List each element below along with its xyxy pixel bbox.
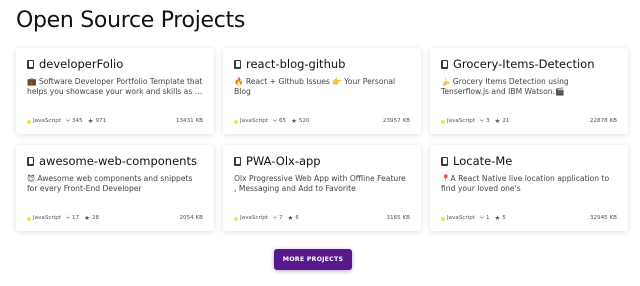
star-count: ★ 5 [494,214,506,222]
repo-size: 2054 KB [179,215,203,221]
book-icon [441,59,448,69]
book-icon [234,59,241,69]
project-title: PWA-Olx-app [234,154,410,168]
more-projects-button[interactable]: MORE PROJECTS [274,249,352,270]
section-title: Open Source Projects [16,8,246,33]
repo-size: 32945 KB [589,215,617,221]
star-icon: ★ [291,117,297,125]
project-name: PWA-Olx-app [246,154,321,168]
repo-size: 13431 KB [175,118,203,124]
book-icon [27,156,34,166]
project-footer: JavaScript ⑂ 1 ★ 5 32945 KB [441,215,617,222]
star-icon: ★ [287,214,294,222]
project-title: awesome-web-components [27,154,203,168]
fork-count: ⑂ 17 [66,214,80,222]
project-footer: JavaScript ⑂ 345 ★ 971 13431 KB [27,118,203,125]
language-dot-icon [441,216,445,221]
fork-count: ⑂ 345 [66,117,83,125]
language-label: JavaScript [234,118,268,125]
fork-count: ⑂ 3 [480,117,490,125]
book-icon [441,156,448,166]
fork-icon: ⑂ [480,214,484,222]
star-icon: ★ [494,117,501,125]
star-count: ★ 520 [291,117,310,125]
project-footer: JavaScript ⑂ 7 ★ 6 3165 KB [234,215,410,222]
star-count: ★ 971 [87,117,107,125]
project-footer: JavaScript ⑂ 65 ★ 520 23957 KB [234,118,410,125]
fork-icon: ⑂ [66,214,70,222]
project-description: 💼 Software Developer Portfolio Template … [27,77,203,96]
star-icon: ★ [494,214,501,222]
project-description: 🍌 Grocery Items Detection using Tenserfl… [441,77,569,96]
fork-icon: ⑂ [480,117,484,125]
fork-icon: ⑂ [66,117,70,125]
book-icon [234,156,241,166]
star-count: ★ 6 [287,214,299,222]
fork-icon: ⑂ [273,214,277,222]
project-title: Locate-Me [441,154,617,168]
star-count: ★ 28 [84,214,100,222]
language-dot-icon [27,119,31,124]
language-label: JavaScript [27,118,61,125]
project-name: awesome-web-components [39,154,197,168]
projects-grid: developerFolio 💼 Software Developer Port… [16,48,628,231]
language-label: JavaScript [27,215,61,222]
project-name: developerFolio [39,57,124,71]
project-footer: JavaScript ⑂ 3 ★ 21 22878 KB [441,118,617,125]
fork-count: ⑂ 65 [273,117,287,125]
project-name: react-blog-github [246,57,346,71]
project-card[interactable]: PWA-Olx-app Olx Progressive Web App with… [223,145,421,231]
fork-icon: ⑂ [273,117,277,125]
repo-size: 22878 KB [589,118,617,124]
repo-size: 3165 KB [386,215,410,221]
project-title: react-blog-github [234,57,410,71]
fork-count: ⑂ 7 [273,214,283,222]
language-label: JavaScript [441,215,475,222]
project-card[interactable]: react-blog-github 🔥 React + Github Issue… [223,48,421,134]
project-card[interactable]: Grocery-Items-Detection 🍌 Grocery Items … [430,48,628,134]
language-dot-icon [234,216,238,221]
project-title: developerFolio [27,57,203,71]
book-icon [27,59,34,69]
star-icon: ★ [84,214,90,222]
project-title: Grocery-Items-Detection [441,57,617,71]
project-description: 😈 Awesome web components and snippets fo… [27,174,193,193]
language-dot-icon [441,119,445,124]
project-description: 🔥 React + Github Issues 👉 Your Personal … [234,77,396,96]
project-name: Grocery-Items-Detection [453,57,595,71]
language-dot-icon [234,119,238,124]
project-footer: JavaScript ⑂ 17 ★ 28 2054 KB [27,215,203,222]
language-label: JavaScript [234,215,268,222]
project-description: Olx Progressive Web App with Offline Fea… [234,174,406,193]
project-name: Locate-Me [453,154,513,168]
star-count: ★ 21 [494,117,510,125]
star-icon: ★ [87,117,94,125]
project-card[interactable]: developerFolio 💼 Software Developer Port… [16,48,214,134]
language-dot-icon [27,216,31,221]
repo-size: 23957 KB [382,118,410,124]
language-label: JavaScript [441,118,475,125]
project-description: 📍A React Native live location applicatio… [441,174,610,193]
project-card[interactable]: Locate-Me 📍A React Native live location … [430,145,628,231]
project-card[interactable]: awesome-web-components 😈 Awesome web com… [16,145,214,231]
fork-count: ⑂ 1 [480,214,490,222]
